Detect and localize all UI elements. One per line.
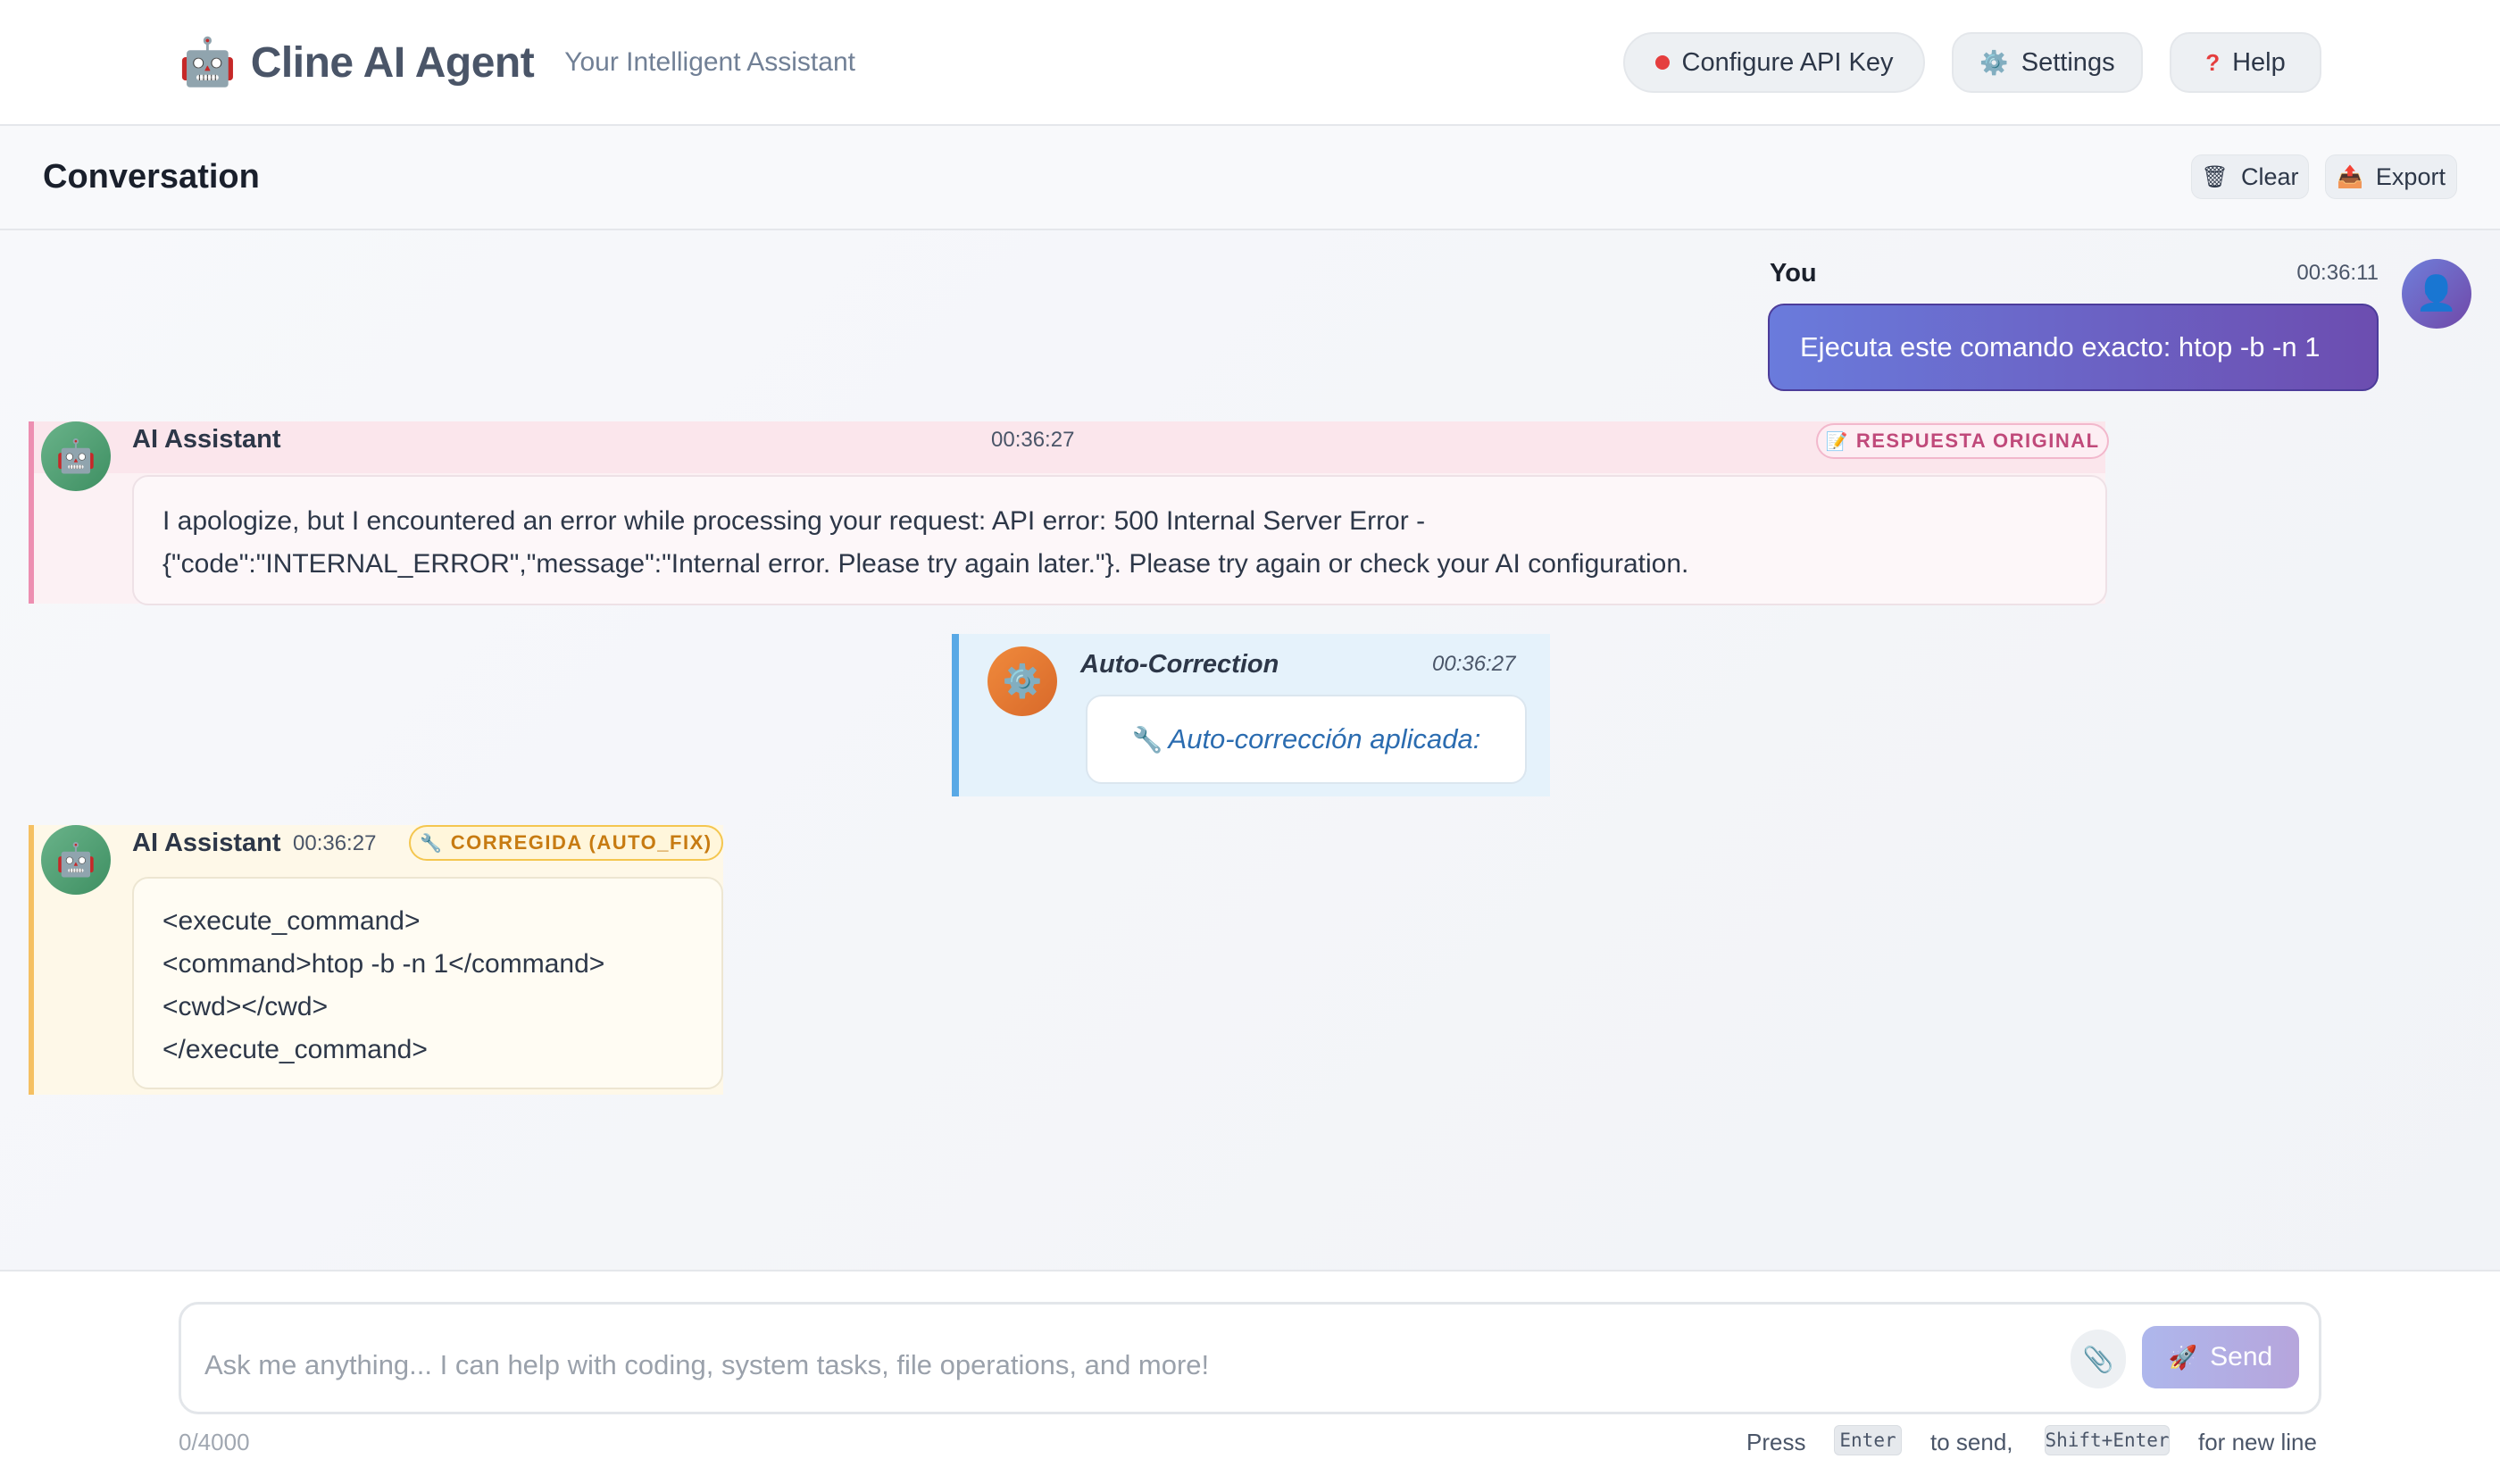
app-header: 🤖 Cline AI Agent Your Intelligent Assist… xyxy=(0,0,2500,126)
message-list[interactable]: You 00:36:11 Ejecuta este comando exacto… xyxy=(0,230,2500,1270)
message-author: AI Assistant xyxy=(132,829,281,857)
auto-correction-text: Auto-corrección aplicada: xyxy=(1168,723,1481,755)
export-button[interactable]: 📤 Export xyxy=(2325,154,2457,199)
clear-button[interactable]: 🗑 Clear xyxy=(2191,154,2309,199)
message-input[interactable]: Ask me anything... I can help with codin… xyxy=(179,1302,2321,1414)
original-response-badge: 📝 RESPUESTA ORIGINAL xyxy=(1816,423,2109,459)
assistant-avatar: 🤖 xyxy=(41,421,111,491)
enter-key-hint: Enter xyxy=(1834,1425,1902,1455)
attach-button[interactable]: 📎 xyxy=(2071,1330,2126,1388)
export-icon: 📤 xyxy=(2337,164,2363,189)
clear-label: Clear xyxy=(2240,163,2299,190)
hint-text: to send, xyxy=(1930,1429,2013,1455)
ai-message-corrected: 🤖 AI Assistant 00:36:27 🔧 CORREGIDA (AUT… xyxy=(29,825,723,1095)
auto-correction-message: ⚙️ Auto-Correction 00:36:27 🔧 Auto-corre… xyxy=(952,634,1550,796)
badge-label: RESPUESTA ORIGINAL xyxy=(1855,429,2100,452)
question-icon: ? xyxy=(2205,48,2221,76)
message-line: I apologize, but I encountered an error … xyxy=(162,506,1426,536)
message-line: {"code":"INTERNAL_ERROR","message":"Inte… xyxy=(162,549,1689,579)
help-label: Help xyxy=(2232,47,2286,77)
wrench-icon: 🔧 xyxy=(1131,725,1163,754)
badge-label: CORREGIDA (AUTO_FIX) xyxy=(450,831,712,854)
message-time: 00:36:27 xyxy=(991,428,1075,452)
message-time: 00:36:11 xyxy=(2296,261,2379,285)
ai-message-bubble: I apologize, but I encountered an error … xyxy=(132,475,2107,605)
configure-api-key-button[interactable]: Configure API Key xyxy=(1623,32,1925,93)
message-author: Auto-Correction xyxy=(1080,650,1279,679)
app-subtitle: Your Intelligent Assistant xyxy=(564,47,855,77)
hint-text: Press xyxy=(1746,1429,1806,1455)
character-counter: 0/4000 xyxy=(179,1429,250,1455)
memo-icon: 📝 xyxy=(1825,431,1849,452)
settings-label: Settings xyxy=(2021,47,2115,77)
send-label: Send xyxy=(2210,1342,2273,1371)
message-author: AI Assistant xyxy=(132,425,281,454)
hint-text: for new line xyxy=(2198,1429,2317,1455)
message-time: 00:36:27 xyxy=(1432,652,1516,676)
code-line: </execute_command> xyxy=(162,1035,428,1064)
paperclip-icon: 📎 xyxy=(2082,1345,2114,1373)
user-icon: 👤 xyxy=(2415,275,2458,313)
composer: Ask me anything... I can help with codin… xyxy=(0,1270,2500,1484)
export-label: Export xyxy=(2375,163,2446,190)
robot-icon: 🤖 xyxy=(55,841,96,878)
input-placeholder[interactable]: Ask me anything... I can help with codin… xyxy=(204,1349,1209,1381)
app-title: Cline AI Agent xyxy=(250,38,535,87)
rocket-icon: 🚀 xyxy=(2168,1343,2198,1371)
settings-button[interactable]: ⚙️ Settings xyxy=(1952,32,2143,93)
message-author: You xyxy=(1770,259,1817,288)
assistant-avatar: 🤖 xyxy=(41,825,111,895)
code-line: <command>htop -b -n 1</command> xyxy=(162,949,605,979)
send-button[interactable]: 🚀 Send xyxy=(2142,1326,2299,1388)
auto-correction-avatar: ⚙️ xyxy=(988,646,1057,716)
code-line: <cwd></cwd> xyxy=(162,992,329,1021)
robot-icon: 🤖 xyxy=(179,37,237,88)
conversation-title: Conversation xyxy=(43,158,260,196)
configure-api-key-label: Configure API Key xyxy=(1681,47,1894,77)
code-line: <execute_command> xyxy=(162,906,421,936)
ai-message-original: 🤖 AI Assistant 00:36:27 📝 RESPUESTA ORIG… xyxy=(29,421,2109,605)
help-button[interactable]: ? Help xyxy=(2170,32,2321,93)
ai-message-bubble: <execute_command> <command>htop -b -n 1<… xyxy=(132,877,723,1089)
auto-correction-bubble: 🔧 Auto-corrección aplicada: xyxy=(1086,695,1527,784)
wrench-icon: 🔧 xyxy=(420,833,444,854)
conversation-toolbar: Conversation 🗑 Clear 📤 Export xyxy=(0,126,2500,230)
shift-enter-key-hint: Shift+Enter xyxy=(2045,1425,2170,1455)
robot-icon: 🤖 xyxy=(55,438,96,474)
user-message-bubble: Ejecuta este comando exacto: htop -b -n … xyxy=(1768,304,2379,391)
message-time: 00:36:27 xyxy=(293,831,377,855)
status-dot-icon xyxy=(1654,55,1670,70)
user-avatar: 👤 xyxy=(2402,259,2471,329)
brand: 🤖 Cline AI Agent Your Intelligent Assist… xyxy=(179,32,855,93)
trash-icon: 🗑 xyxy=(2201,164,2229,189)
gear-icon: ⚙️ xyxy=(1979,48,2009,76)
gear-icon: ⚙️ xyxy=(1002,663,1043,699)
corrected-badge: 🔧 CORREGIDA (AUTO_FIX) xyxy=(409,825,723,861)
